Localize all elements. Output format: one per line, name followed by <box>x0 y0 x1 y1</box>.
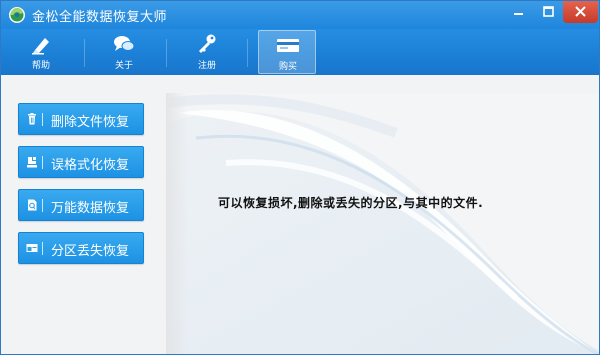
toolbar-divider <box>166 39 167 67</box>
toolbar-buy-label: 购买 <box>278 62 297 72</box>
toolbar-about-label: 关于 <box>114 61 133 71</box>
close-icon <box>575 6 586 17</box>
button-divider <box>42 156 43 169</box>
toolbar-register-label: 注册 <box>197 61 216 71</box>
format-recovery-label: 误格式化恢复 <box>51 158 130 173</box>
toolbar-divider <box>247 39 248 67</box>
key-icon <box>199 34 216 53</box>
maximize-icon <box>543 6 554 17</box>
toolbar-divider <box>84 39 85 67</box>
toolbar-about[interactable]: 关于 <box>95 30 153 74</box>
toolbar-help-label: 帮助 <box>31 61 50 71</box>
minimize-icon <box>514 13 523 15</box>
minimize-button[interactable] <box>504 1 533 23</box>
universal-recovery-label: 万能数据恢复 <box>51 201 130 216</box>
toolbar-help[interactable]: 帮助 <box>12 30 70 74</box>
help-marker-icon <box>32 38 49 55</box>
title-bar[interactable]: 金松全能数据恢复大师 <box>1 1 599 29</box>
partition-recovery-label: 分区丢失恢复 <box>51 244 130 259</box>
panel-edge-shadow <box>166 93 188 354</box>
content-panel: 可以恢复损坏,删除或丢失的分区,与其中的文件. <box>166 93 599 354</box>
maximize-button[interactable] <box>534 1 563 23</box>
app-logo-icon <box>9 7 25 23</box>
chat-bubbles-icon <box>114 36 135 51</box>
document-icon <box>28 199 37 211</box>
delete-recovery-button[interactable]: 删除文件恢复 <box>18 103 144 135</box>
feature-description: 可以恢复损坏,删除或丢失的分区,与其中的文件. <box>218 196 484 210</box>
toolbar: 帮助 关于 注册 购买 <box>1 29 599 75</box>
partition-icon <box>26 244 38 252</box>
disk-icon <box>27 157 37 168</box>
format-recovery-button[interactable]: 误格式化恢复 <box>18 146 144 178</box>
universal-recovery-button[interactable]: 万能数据恢复 <box>18 189 144 221</box>
decorative-waves <box>166 93 599 354</box>
toolbar-buy[interactable]: 购买 <box>258 30 316 74</box>
app-window: 金松全能数据恢复大师 帮助 关于 注册 购买 删除文件恢复 误格式化恢复 万能数… <box>0 0 600 355</box>
partition-recovery-button[interactable]: 分区丢失恢复 <box>18 232 144 264</box>
card-icon <box>277 39 299 52</box>
button-divider <box>42 199 43 212</box>
delete-recovery-label: 删除文件恢复 <box>51 115 130 130</box>
window-title: 金松全能数据恢复大师 <box>32 10 168 25</box>
button-divider <box>42 242 43 255</box>
button-divider <box>42 113 43 126</box>
toolbar-register[interactable]: 注册 <box>178 30 236 74</box>
trash-icon <box>28 113 36 125</box>
close-button[interactable] <box>563 1 598 23</box>
